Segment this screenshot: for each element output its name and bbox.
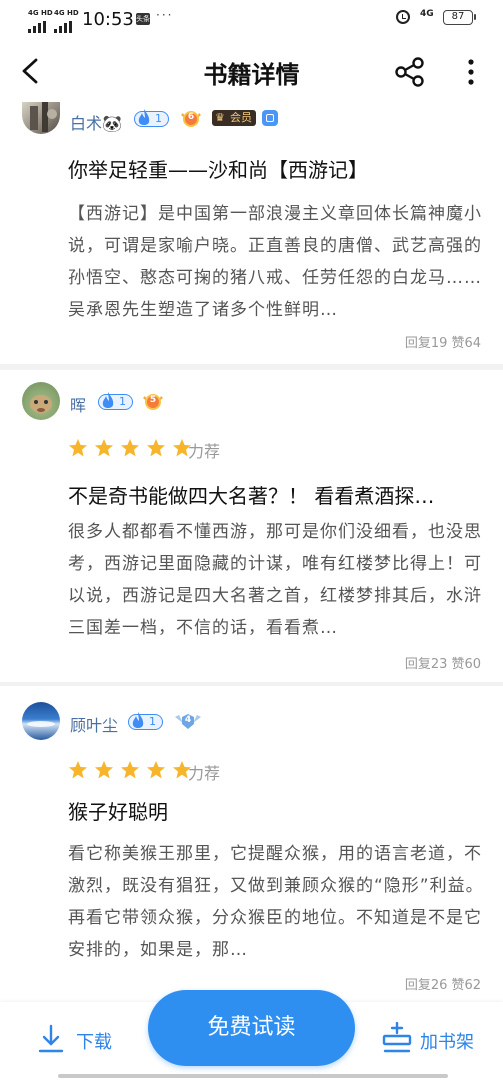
comment-title: 猴子好聪明 — [68, 800, 168, 824]
flame-icon — [102, 392, 114, 408]
comment-body: 【西游记】是中国第一部浪漫主义章回体长篇神魔小说，可谓是家喻户晓。正直善良的唐僧… — [68, 204, 482, 320]
vip-badge: 会员 — [212, 110, 256, 126]
username[interactable]: 白术🐼 — [70, 110, 122, 134]
star-icon — [147, 761, 165, 779]
username[interactable]: 晖 — [70, 392, 86, 416]
bookshelf-add-icon — [382, 1022, 412, 1053]
more-notifications-icon: ··· — [156, 8, 174, 22]
flame-icon — [138, 109, 150, 125]
comment-title: 不是奇书能做四大名著？！ 看看煮酒探… — [68, 484, 435, 508]
sim2-label: 4G HD — [54, 9, 79, 17]
username[interactable]: 顾叶尘 — [70, 712, 118, 736]
info-badge-icon — [262, 110, 278, 126]
medal-badge: 5 — [142, 392, 164, 412]
medal-badge: 6 — [180, 109, 202, 129]
rating-label: 力荐 — [188, 442, 221, 461]
medal-number: 4 — [184, 715, 192, 725]
bottom-action-bar: 下载 免费试读 加书架 — [0, 990, 503, 1080]
star-icon — [95, 761, 113, 779]
home-indicator — [58, 1074, 448, 1078]
battery-icon: 87 — [443, 10, 476, 25]
more-icon[interactable] — [466, 58, 476, 86]
comment-card[interactable]: 顾叶尘 1 4 力荐 猴子好聪明 看它称美猴王那里，它提醒众猴，用的语言老道，不… — [0, 686, 503, 1002]
comment-card[interactable]: 晖 1 5 力荐 不是奇书能做四大名著？！ 看看煮酒探… 很多人都都看不懂西游，… — [0, 370, 503, 682]
reply-count[interactable]: 回复23 — [405, 657, 448, 672]
star-icon — [121, 761, 139, 779]
rating-stars — [68, 760, 198, 780]
star-icon — [121, 439, 139, 457]
like-count[interactable]: 赞62 — [451, 978, 481, 993]
star-icon — [95, 439, 113, 457]
comment-stats: 回复19 赞64 — [405, 332, 481, 351]
signal-bars-icon — [28, 18, 76, 37]
comment-title: 你举足轻重——沙和尚【西游记】 — [68, 158, 368, 182]
reply-count[interactable]: 回复26 — [405, 978, 448, 993]
sim1-label: 4G HD — [28, 9, 53, 17]
status-bar: 4G HD 4G HD 10:53 头条 ··· 4G 87 — [0, 0, 503, 40]
level-number: 1 — [155, 112, 162, 125]
page-title: 书籍详情 — [203, 61, 300, 89]
alarm-icon — [396, 10, 410, 24]
add-to-shelf-label: 加书架 — [420, 1032, 474, 1053]
avatar[interactable] — [22, 382, 60, 420]
comment-card[interactable]: 白术🐼 1 6 会员 你举足轻重——沙和尚【西游记】 【西游记】是中国第一部浪漫… — [0, 102, 503, 364]
like-count[interactable]: 赞60 — [451, 657, 481, 672]
clock: 10:53 — [82, 9, 134, 30]
share-icon[interactable] — [394, 57, 426, 87]
vip-label: 会员 — [230, 111, 252, 124]
comment-body: 看它称美猴王那里，它提醒众猴，用的语言老道，不激烈，既没有猖狂，又做到兼顾众猴的… — [68, 844, 484, 960]
comment-stats: 回复23 赞60 — [405, 653, 481, 672]
level-badge: 1 — [98, 392, 133, 410]
star-icon — [69, 439, 87, 457]
comment-body: 很多人都都看不懂西游，那可是你们没细看，也没思考，西游记里面隐藏的计谋，唯有红楼… — [68, 522, 482, 638]
level-badge: 1 — [134, 109, 169, 127]
download-icon — [38, 1024, 64, 1053]
flame-icon — [132, 712, 144, 728]
level-number: 1 — [149, 715, 156, 728]
nav-bar: 书籍详情 — [0, 40, 503, 102]
medal-badge: 4 — [174, 712, 201, 732]
medal-number: 5 — [149, 395, 157, 405]
comment-stats: 回复26 赞62 — [405, 974, 481, 993]
signal-icon-sim1: 4G HD — [28, 9, 53, 17]
like-count[interactable]: 赞64 — [451, 336, 481, 351]
rating-label: 力荐 — [188, 764, 221, 783]
level-badge: 1 — [128, 712, 163, 730]
signal-icon-sim2: 4G HD — [54, 9, 79, 17]
app-notification-icon: 头条 — [136, 13, 150, 25]
avatar[interactable] — [22, 702, 60, 740]
level-number: 1 — [119, 395, 126, 408]
free-read-button[interactable]: 免费试读 — [148, 990, 355, 1066]
download-label: 下载 — [76, 1032, 112, 1053]
network-type: 4G — [420, 9, 434, 19]
rating-stars — [68, 438, 198, 458]
battery-level: 87 — [451, 11, 465, 22]
star-icon — [147, 439, 165, 457]
medal-number: 6 — [187, 112, 195, 122]
avatar[interactable] — [22, 102, 60, 134]
star-icon — [69, 761, 87, 779]
reply-count[interactable]: 回复19 — [405, 336, 448, 351]
